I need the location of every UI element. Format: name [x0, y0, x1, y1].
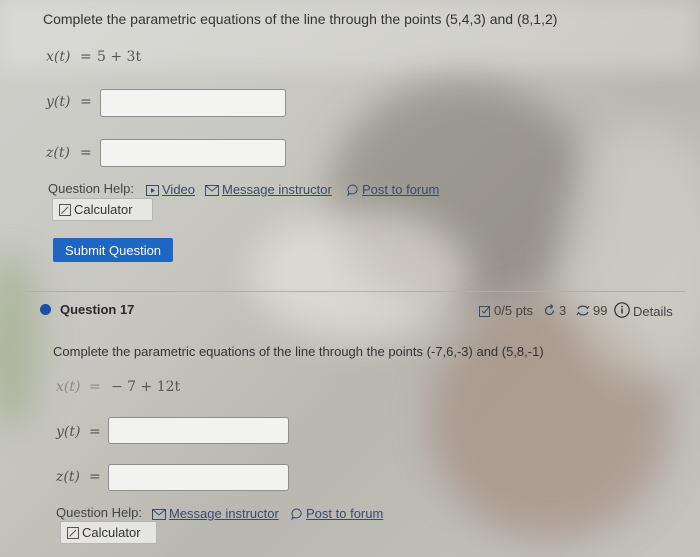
forum-icon: [291, 507, 303, 525]
mail-icon: [205, 183, 219, 201]
submit-question-button[interactable]: Submit Question: [53, 238, 173, 262]
q17-z-answer-input[interactable]: [108, 464, 289, 491]
reflection-hand: [430, 300, 670, 540]
video-link[interactable]: Video: [146, 181, 195, 201]
question-17-prompt: Complete the parametric equations of the…: [53, 344, 544, 359]
video-link-label: Video: [162, 182, 196, 197]
calculator-button[interactable]: Calculator: [52, 198, 153, 221]
details-button[interactable]: Details: [614, 302, 673, 321]
message-instructor-label: Message instructor: [222, 182, 332, 197]
retries-indicator: 3: [543, 303, 566, 320]
q17-calculator-button[interactable]: Calculator: [60, 521, 157, 544]
z-answer-input[interactable]: [100, 139, 286, 167]
q17-post-to-forum-link[interactable]: Post to forum: [291, 505, 383, 525]
z-label: z(t): [46, 145, 70, 161]
details-label: Details: [633, 304, 673, 319]
q17-z-equals: =: [89, 469, 101, 485]
q17-y-equals: =: [89, 424, 101, 440]
q17-x-equals: =: [89, 379, 101, 395]
points-indicator: 0/5 pts: [479, 303, 533, 320]
q17-post-to-forum-label: Post to forum: [306, 506, 384, 521]
y-answer-input[interactable]: [100, 89, 286, 117]
glare-center: [250, 210, 470, 340]
q17-message-instructor-link[interactable]: Message instructor: [152, 505, 279, 525]
calculator-icon: [59, 204, 71, 219]
reflection-left: [0, 250, 40, 430]
message-instructor-link[interactable]: Message instructor: [205, 181, 332, 201]
retry-icon: [543, 304, 556, 320]
edit-pts-icon: [479, 305, 491, 320]
calculator-icon: [67, 527, 79, 542]
forum-icon: [347, 183, 359, 201]
q17-calculator-label: Calculator: [82, 525, 141, 540]
post-to-forum-label: Post to forum: [362, 182, 440, 197]
info-icon: [614, 302, 630, 321]
attempts-icon: [576, 304, 590, 320]
q17-x-expression: − 7 + 12t: [111, 379, 181, 395]
question-status-dot: [40, 304, 51, 315]
q17-y-label: y(t): [56, 424, 81, 440]
z-equals: =: [80, 145, 92, 161]
attempts-count: 99: [593, 303, 608, 318]
x-equals: =: [80, 49, 92, 65]
question-prompt: Complete the parametric equations of the…: [43, 11, 558, 27]
x-label: x(t): [46, 49, 71, 65]
y-equals: =: [80, 94, 92, 110]
calculator-label: Calculator: [74, 202, 133, 217]
post-to-forum-link[interactable]: Post to forum: [347, 181, 439, 201]
retries-count: 3: [559, 303, 567, 318]
q17-question-help-label: Question Help:: [56, 505, 142, 520]
question-help-label: Question Help:: [48, 181, 134, 196]
q17-z-label: z(t): [56, 469, 80, 485]
q17-message-instructor-label: Message instructor: [169, 506, 279, 521]
attempts-indicator: 99: [576, 303, 607, 320]
q17-x-label: x(t): [56, 379, 81, 395]
question-divider: [25, 291, 685, 292]
points-text: 0/5 pts: [494, 303, 534, 318]
question-title: Question 17: [60, 302, 135, 317]
q17-y-answer-input[interactable]: [108, 417, 289, 444]
x-expression: 5 + 3t: [97, 49, 142, 65]
glare-right: [560, 120, 700, 380]
y-label: y(t): [46, 94, 71, 110]
